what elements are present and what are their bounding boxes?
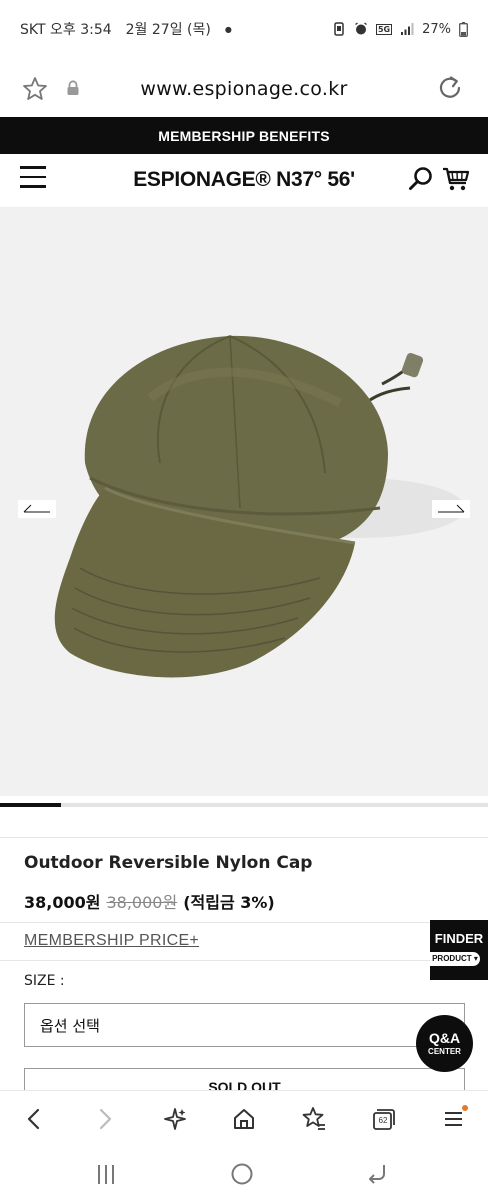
membership-benefits-banner[interactable]: MEMBERSHIP BENEFITS	[0, 117, 488, 154]
system-nav-bar	[0, 1146, 488, 1200]
alarm-icon	[355, 22, 367, 35]
home-circle-icon[interactable]	[228, 1160, 256, 1188]
status-date: 2월 27일 (목)	[125, 22, 211, 38]
gallery-progress-bar	[0, 803, 488, 807]
recents-icon[interactable]	[92, 1160, 120, 1188]
status-left: SKT 오후 3:54 2월 27일 (목) ●	[20, 19, 232, 39]
product-image-cap	[54, 335, 465, 678]
sparkle-icon[interactable]	[161, 1105, 189, 1133]
search-icon[interactable]	[408, 166, 434, 192]
previous-image-arrow-icon[interactable]	[18, 500, 56, 518]
reload-icon[interactable]	[436, 74, 464, 102]
network-5g-icon: 5G	[375, 23, 393, 35]
status-carrier-time: SKT 오후 3:54	[20, 22, 112, 38]
battery-percent: 27%	[422, 21, 451, 37]
browser-toolbar: 62	[0, 1090, 488, 1146]
divider	[0, 922, 488, 923]
cart-icon[interactable]	[442, 166, 470, 192]
divider	[0, 837, 488, 838]
back-icon[interactable]	[20, 1105, 48, 1133]
signal-icon	[401, 23, 414, 35]
option-select[interactable]: 옵션 선택	[24, 1003, 465, 1047]
finder-sub: PRODUCT ▾	[430, 952, 480, 966]
url-text[interactable]: www.espionage.co.kr	[0, 78, 488, 100]
menu-icon[interactable]	[440, 1105, 468, 1133]
membership-price-link[interactable]: MEMBERSHIP PRICE+	[24, 932, 199, 950]
tab-count: 62	[378, 1116, 388, 1125]
browser-url-bar: www.espionage.co.kr	[0, 58, 488, 120]
status-right: 5G 27%	[332, 21, 468, 37]
original-price: 38,000원	[106, 893, 178, 912]
notification-dot-icon: ●	[224, 24, 232, 34]
price-row: 38,000원 38,000원 (적립금 3%)	[24, 889, 275, 913]
gallery-progress-fill	[0, 803, 61, 807]
hamburger-icon	[445, 1105, 468, 1126]
sale-price: 38,000원	[24, 893, 101, 912]
home-icon[interactable]	[230, 1105, 258, 1133]
finder-title: FINDER	[434, 931, 484, 946]
forward-icon[interactable]	[91, 1105, 119, 1133]
qa-sub: CENTER	[428, 1047, 461, 1056]
vibrate-icon	[334, 22, 344, 36]
next-image-arrow-icon[interactable]	[432, 500, 470, 518]
tabs-icon[interactable]: 62	[368, 1105, 396, 1133]
site-header: ESPIONAGE® N37° 56'	[0, 154, 488, 208]
qa-center-button[interactable]: Q&A CENTER	[416, 1015, 473, 1072]
qa-title: Q&A	[428, 1030, 461, 1046]
points-rate: (적립금 3%)	[183, 893, 275, 912]
product-title: Outdoor Reversible Nylon Cap	[24, 853, 313, 873]
back-arrow-icon[interactable]	[364, 1160, 392, 1188]
product-image-gallery[interactable]	[0, 208, 488, 796]
bookmark-star-icon[interactable]	[300, 1105, 328, 1133]
divider	[0, 960, 488, 961]
size-label: SIZE :	[24, 973, 65, 989]
status-bar: SKT 오후 3:54 2월 27일 (목) ● 5G 27%	[0, 0, 488, 58]
finder-product-button[interactable]: FINDER PRODUCT ▾	[430, 920, 488, 980]
battery-icon	[459, 21, 468, 37]
